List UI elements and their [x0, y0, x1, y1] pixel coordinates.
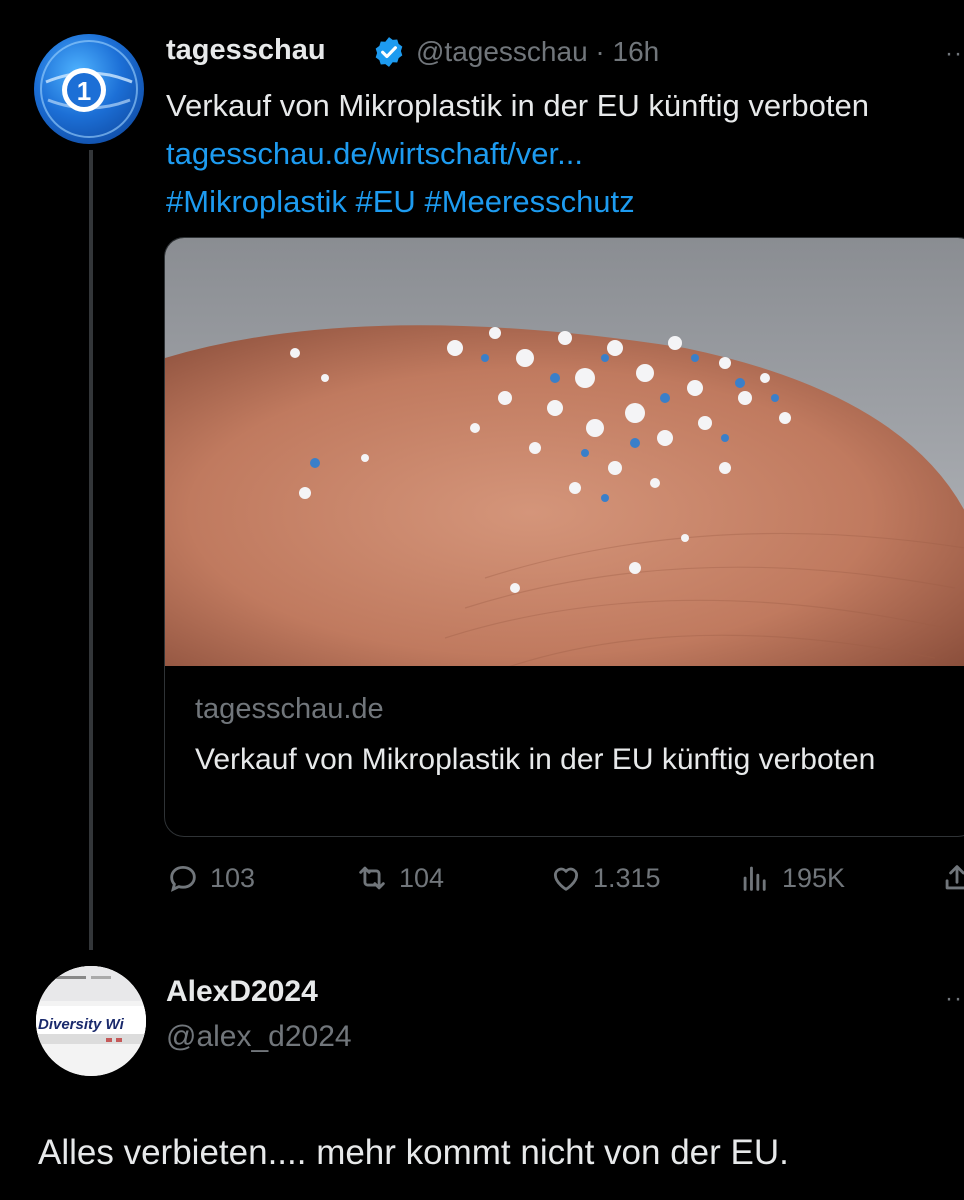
display-name[interactable]: tagesschau — [166, 34, 326, 67]
retweet-button[interactable]: 104 — [355, 858, 444, 898]
card-image — [165, 238, 964, 666]
like-button[interactable]: 1.315 — [549, 858, 661, 898]
reply-display-name[interactable]: AlexD2024 — [166, 975, 318, 1009]
tweet-text: Verkauf von Mikroplastik in der EU künft… — [166, 82, 926, 226]
views-count: 195K — [782, 862, 846, 893]
card-title: Verkauf von Mikroplastik in der EU künft… — [195, 743, 876, 776]
tweet-body: Verkauf von Mikroplastik in der EU künft… — [166, 88, 870, 123]
handle-and-time: @tagesschau · 16h — [416, 36, 659, 68]
retweet-count: 104 — [399, 862, 445, 893]
thread-line — [89, 150, 93, 950]
more-icon[interactable]: ·· — [945, 985, 963, 1013]
more-icon[interactable]: ·· — [945, 40, 963, 68]
card-domain: tagesschau.de — [195, 693, 384, 725]
retweet-icon — [359, 866, 385, 890]
reply-count: 103 — [210, 862, 256, 893]
reply-icon — [170, 865, 196, 892]
views-button[interactable]: 195K — [738, 858, 845, 898]
tagesschau-logo-icon: 1 — [40, 40, 138, 138]
timestamp[interactable]: 16h — [613, 36, 660, 67]
share-icon — [945, 865, 964, 890]
reply-text: Alles verbieten.... mehr kommt nicht von… — [38, 1133, 789, 1172]
verified-badge-icon — [375, 37, 403, 67]
avatar[interactable]: Diversity Wi — [36, 966, 146, 1076]
hashtag[interactable]: #EU — [356, 184, 416, 219]
like-count: 1.315 — [593, 862, 661, 893]
svg-text:1: 1 — [77, 76, 91, 106]
avatar-text: Diversity Wi — [38, 1016, 124, 1033]
reply-button[interactable]: 103 — [166, 858, 255, 898]
link-card[interactable]: tagesschau.de Verkauf von Mikroplastik i… — [164, 237, 964, 837]
avatar[interactable]: 1 — [34, 34, 144, 144]
hashtag[interactable]: #Mikroplastik — [166, 184, 347, 219]
heart-icon — [553, 867, 579, 891]
share-button[interactable] — [940, 858, 964, 898]
reply-handle[interactable]: @alex_d2024 — [166, 1020, 352, 1054]
views-icon — [743, 866, 766, 891]
hashtag[interactable]: #Meeresschutz — [424, 184, 634, 219]
tweet-link[interactable]: tagesschau.de/wirtschaft/ver... — [166, 136, 583, 171]
separator: · — [587, 36, 613, 67]
handle[interactable]: @tagesschau — [416, 36, 588, 67]
